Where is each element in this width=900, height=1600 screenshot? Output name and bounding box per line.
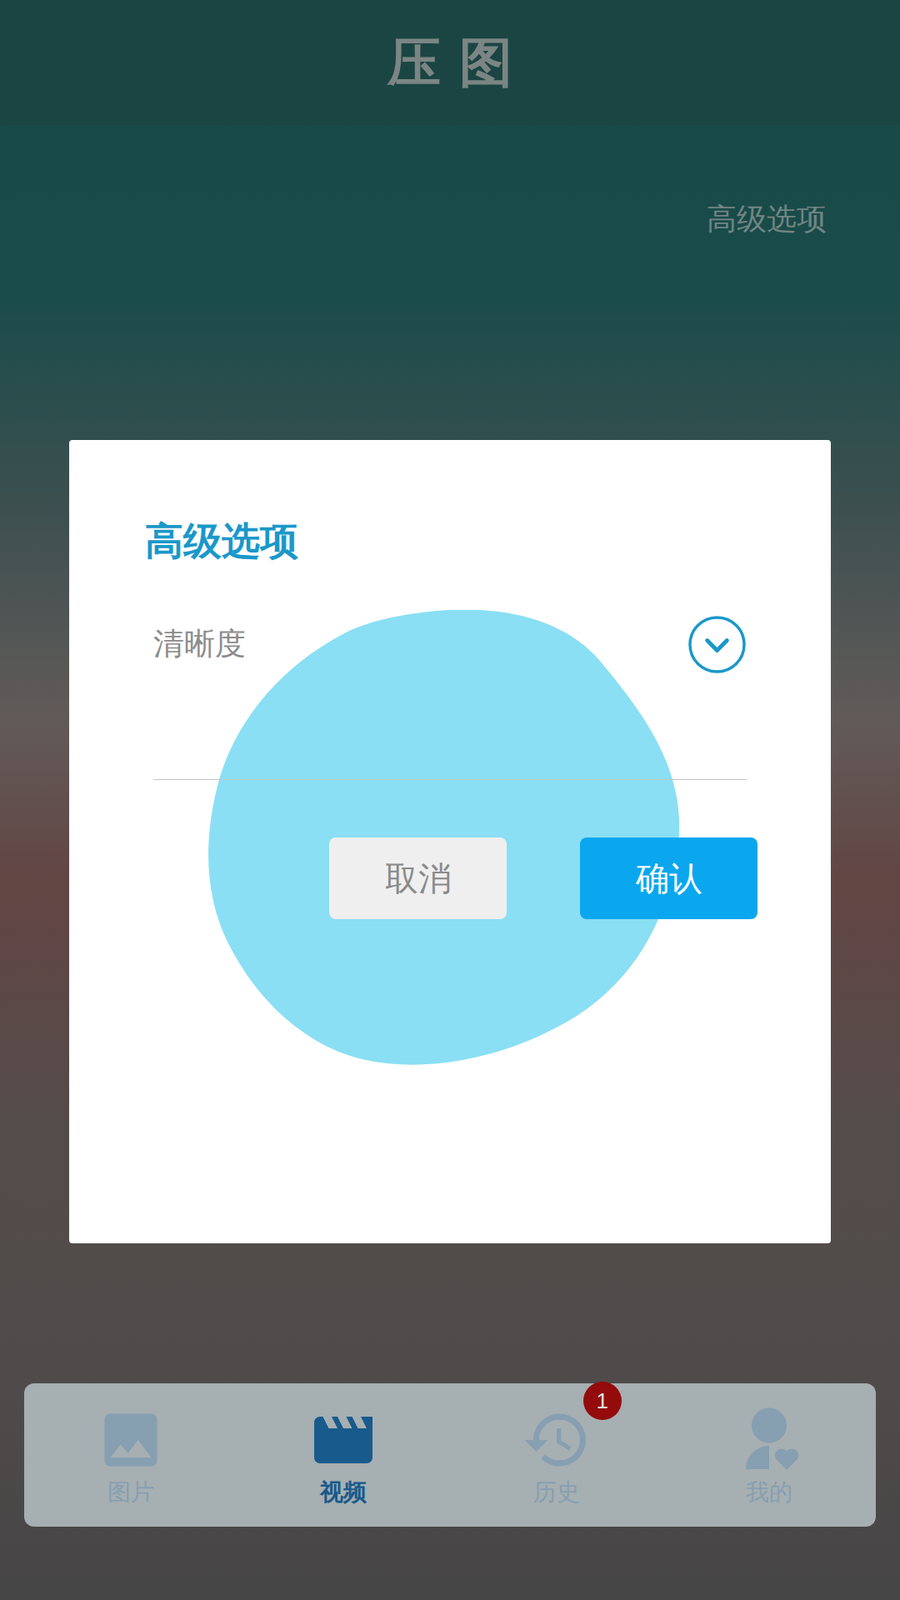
advanced-options-dialog: 高级选项清晰度取消确认 [69, 440, 831, 1244]
confirm-button[interactable]: 确认 [580, 837, 758, 920]
dialog-buttons: 取消确认 [145, 837, 831, 920]
clarity-label: 清晰度 [153, 627, 246, 662]
clarity-field[interactable]: 清晰度 [153, 615, 747, 780]
cancel-button[interactable]: 取消 [329, 837, 507, 920]
app-screen: 压图高级选项图片视频1历史我的高级选项清晰度取消确认 [0, 0, 900, 1600]
dialog-title: 高级选项 [145, 517, 831, 565]
chevron-down-icon[interactable] [687, 615, 747, 675]
